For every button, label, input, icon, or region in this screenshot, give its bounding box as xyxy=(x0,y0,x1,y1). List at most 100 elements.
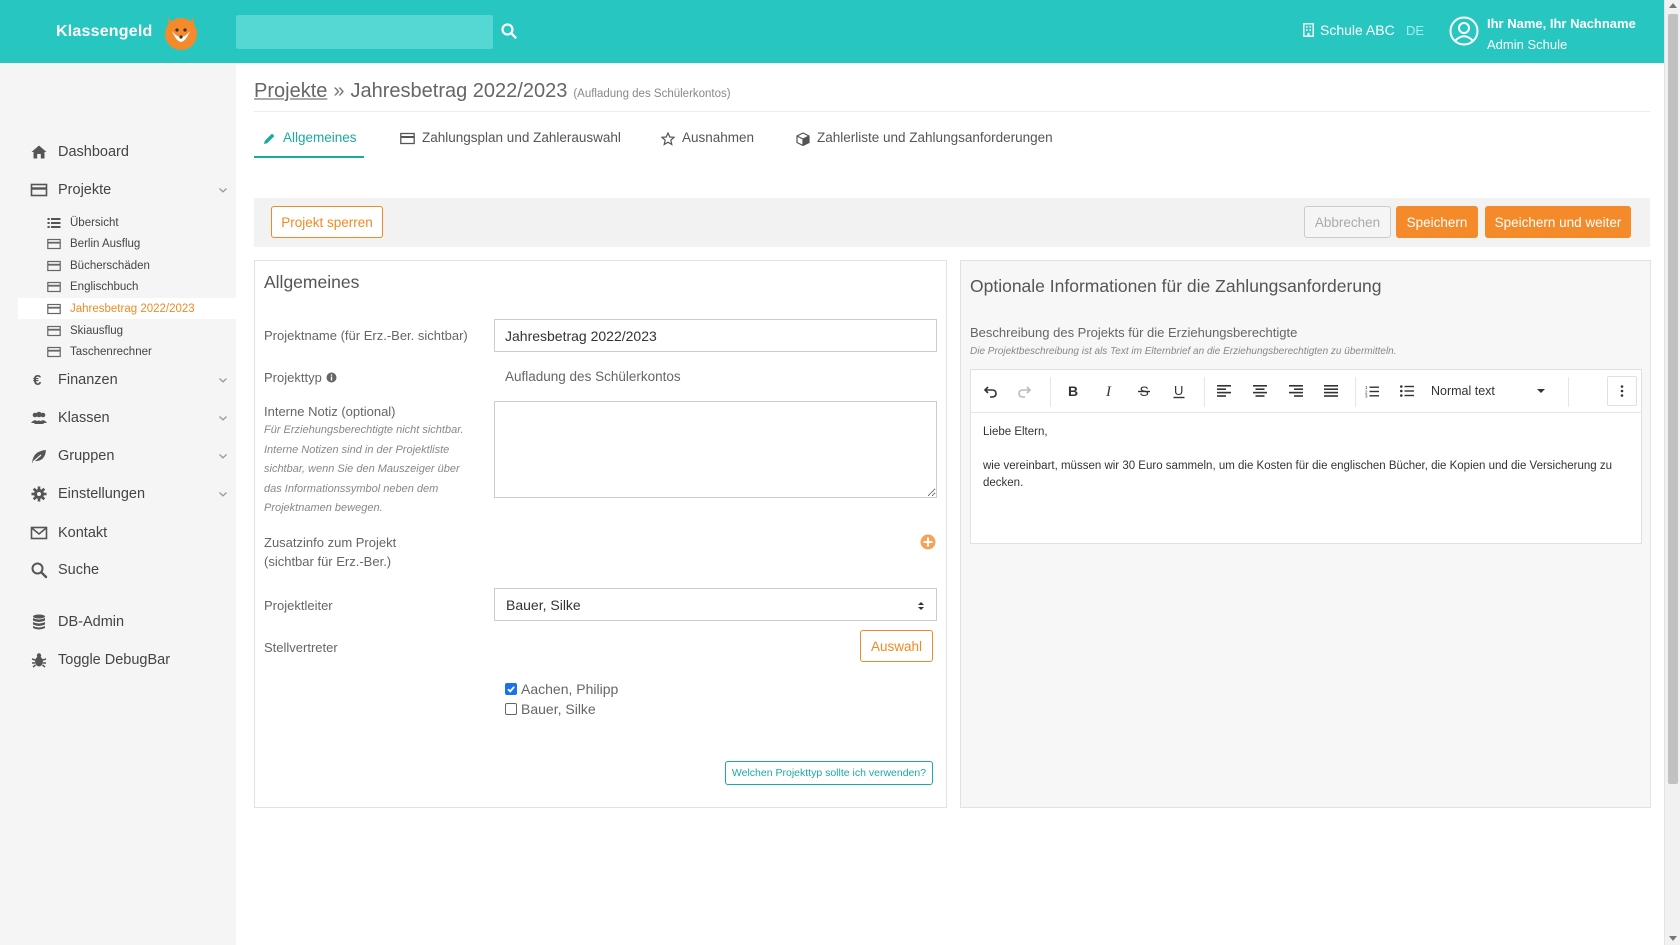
project-type-help-button[interactable]: Welchen Projekttyp sollte ich verwenden? xyxy=(725,761,933,785)
lock-project-button[interactable]: Projekt sperren xyxy=(271,206,383,238)
sidebar-subitem-label: Berlin Ausflug xyxy=(70,237,141,250)
vertical-scrollbar[interactable] xyxy=(1664,0,1680,945)
info-icon[interactable] xyxy=(326,372,337,383)
sidebar-subitem-skiausflug[interactable]: Skiausflug xyxy=(18,320,236,341)
tab-zahlungsplan[interactable]: Zahlungsplan und Zahlerauswahl xyxy=(400,130,621,160)
description-label: Beschreibung des Projekts für die Erzieh… xyxy=(970,325,1298,340)
bullet-list-icon xyxy=(1400,385,1414,397)
help-line: das Informationssymbol neben dem xyxy=(264,482,439,495)
sidebar-item-label: Klassen xyxy=(58,410,110,426)
sidebar-subitem-englischbuch[interactable]: Englischbuch xyxy=(18,276,236,297)
fox-logo-icon xyxy=(165,17,198,50)
school-selector[interactable]: Schule ABC xyxy=(1303,22,1395,38)
user-name[interactable]: Ihr Name, Ihr Nachname xyxy=(1487,16,1636,31)
sidebar-subitem-label: Übersicht xyxy=(70,216,119,229)
project-leader-label: Projektleiter xyxy=(264,598,333,613)
sidebar-item-klassen[interactable]: Klassen xyxy=(0,403,236,433)
tab-ausnahmen[interactable]: Ausnahmen xyxy=(661,130,754,160)
svg-text:I: I xyxy=(1105,384,1112,398)
more-options-button[interactable] xyxy=(1607,376,1637,406)
italic-icon: I xyxy=(1105,384,1112,398)
page-title: Jahresbetrag 2022/2023 xyxy=(350,80,568,102)
checkbox-checked[interactable] xyxy=(505,683,517,695)
sidebar-item-toggle-debugbar[interactable]: Toggle DebugBar xyxy=(0,645,236,675)
bold-button[interactable]: B xyxy=(1062,380,1084,402)
italic-button[interactable]: I xyxy=(1098,380,1120,402)
save-button[interactable]: Speichern xyxy=(1396,206,1478,238)
strikethrough-button[interactable]: S xyxy=(1133,380,1155,402)
internal-note-textarea[interactable] xyxy=(494,401,937,498)
bullet-list-button[interactable] xyxy=(1396,380,1418,402)
add-circle-icon[interactable] xyxy=(920,534,936,550)
sidebar-item-einstellungen[interactable]: Einstellungen xyxy=(0,479,236,509)
text-style-select[interactable]: Normal text xyxy=(1431,384,1547,400)
sidebar-subitem-buecherschaeden[interactable]: Bücherschäden xyxy=(18,255,236,276)
ordered-list-button[interactable]: 123 xyxy=(1361,380,1383,402)
pencil-icon xyxy=(264,133,275,144)
sidebar-subitem-taschenrechner[interactable]: Taschenrechner xyxy=(18,341,236,362)
top-navbar: Klassengeld Schule ABC DE Ihr Name, Ihr … xyxy=(0,0,1664,63)
underline-button[interactable]: U xyxy=(1168,380,1190,402)
align-right-button[interactable] xyxy=(1285,380,1307,402)
brand-logo[interactable]: Klassengeld xyxy=(56,12,202,52)
user-avatar-icon[interactable] xyxy=(1449,16,1479,46)
sidebar-subitem-label: Skiausflug xyxy=(70,324,124,337)
deputy-checkbox-row[interactable]: Aachen, Philipp xyxy=(505,681,618,697)
project-type-value: Aufladung des Schülerkontos xyxy=(505,369,681,384)
search-icon[interactable] xyxy=(500,22,518,40)
sidebar-subitem-berlin-ausflug[interactable]: Berlin Ausflug xyxy=(18,233,236,254)
sidebar-subitem-label: Jahresbetrag 2022/2023 xyxy=(70,302,195,315)
project-name-input[interactable] xyxy=(494,319,937,352)
align-center-icon xyxy=(1253,385,1267,397)
redo-button[interactable] xyxy=(1013,380,1035,402)
project-leader-select[interactable]: Bauer, Silke xyxy=(494,588,937,621)
align-center-button[interactable] xyxy=(1249,380,1271,402)
align-justify-button[interactable] xyxy=(1320,380,1342,402)
scroll-down-icon[interactable] xyxy=(1669,936,1677,941)
scrollbar-thumb[interactable] xyxy=(1668,14,1678,784)
sidebar-item-suche[interactable]: Suche xyxy=(0,555,236,585)
sidebar-subitem-jahresbetrag[interactable]: Jahresbetrag 2022/2023 xyxy=(18,298,236,319)
search-input[interactable] xyxy=(236,15,493,49)
align-left-button[interactable] xyxy=(1213,380,1235,402)
toolbar-divider xyxy=(1355,377,1356,407)
breadcrumb-projekte-link[interactable]: Projekte xyxy=(254,80,327,103)
deputy-checkbox-row[interactable]: Bauer, Silke xyxy=(505,701,596,717)
envelope-icon xyxy=(30,526,48,540)
card-icon xyxy=(47,346,61,357)
description-editor[interactable]: B I S U 123 Normal text xyxy=(970,369,1642,544)
sidebar-item-db-admin[interactable]: DB-Admin xyxy=(0,607,236,637)
language-switch[interactable]: DE xyxy=(1406,23,1424,38)
sidebar-subitem-label: Englischbuch xyxy=(70,280,139,293)
cancel-button[interactable]: Abbrechen xyxy=(1304,206,1391,238)
card-icon xyxy=(47,238,61,249)
sidebar-item-gruppen[interactable]: Gruppen xyxy=(0,441,236,471)
card-icon xyxy=(47,260,61,271)
chevron-down-icon xyxy=(219,378,227,383)
chevron-down-icon xyxy=(219,188,227,193)
page-subtitle: (Aufladung des Schülerkontos) xyxy=(573,88,731,100)
panel-title: Optionale Informationen für die Zahlungs… xyxy=(970,276,1382,296)
sidebar-item-projekte[interactable]: Projekte xyxy=(0,175,236,205)
tab-label: Zahlungsplan und Zahlerauswahl xyxy=(422,130,621,145)
sidebar-item-dashboard[interactable]: Dashboard xyxy=(0,137,236,167)
underline-icon: U xyxy=(1173,384,1185,398)
undo-button[interactable] xyxy=(979,380,1001,402)
extra-info-label-line: (sichtbar für Erz.-Ber.) xyxy=(264,554,392,569)
users-icon xyxy=(31,411,47,424)
sidebar-item-finanzen[interactable]: € Finanzen xyxy=(0,365,236,395)
svg-text:U: U xyxy=(1174,384,1183,398)
save-and-continue-button[interactable]: Speichern und weiter xyxy=(1485,206,1631,238)
checkbox-unchecked[interactable] xyxy=(505,703,517,715)
tab-zahlerliste[interactable]: Zahlerliste und Zahlungsanforderungen xyxy=(796,130,1053,160)
sidebar-item-kontakt[interactable]: Kontakt xyxy=(0,518,236,548)
chevron-down-icon xyxy=(219,492,227,497)
database-icon xyxy=(33,614,45,630)
sidebar-subitem-uebersicht[interactable]: Übersicht xyxy=(18,212,236,233)
card-icon xyxy=(400,132,415,145)
deputy-select-button[interactable]: Auswahl xyxy=(860,630,933,662)
bold-icon: B xyxy=(1068,384,1078,398)
editor-content[interactable]: Liebe Eltern, wie vereinbart, müssen wir… xyxy=(983,424,1631,509)
scroll-up-icon[interactable] xyxy=(1669,3,1677,8)
extra-info-label-line: Zusatzinfo zum Projekt xyxy=(264,535,397,550)
